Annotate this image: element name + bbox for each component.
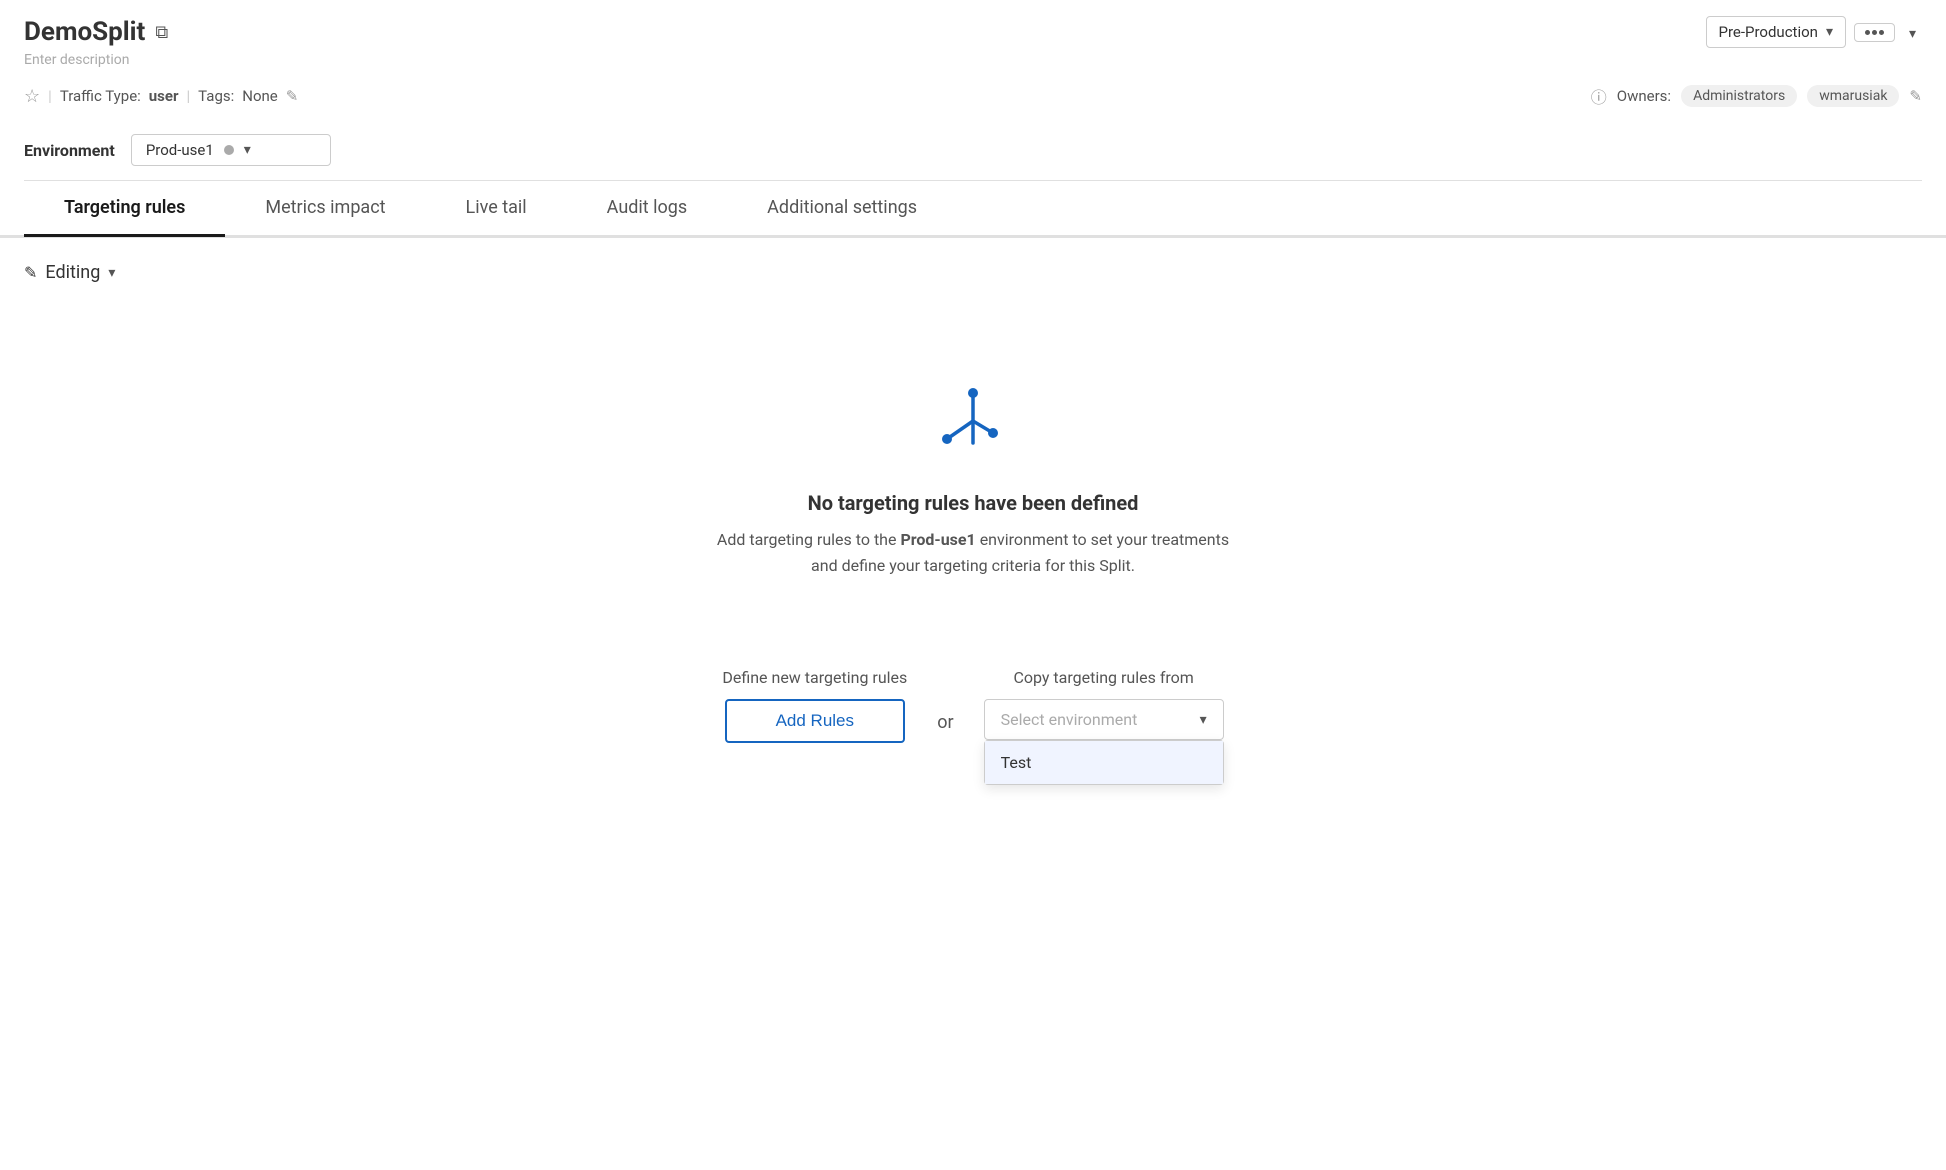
tab-metrics-impact[interactable]: Metrics impact	[225, 181, 425, 237]
or-label: or	[937, 712, 953, 733]
page-title: DemoSplit	[24, 17, 145, 47]
title-right: Pre-Production ▾ ▾	[1706, 16, 1923, 48]
editing-pencil-icon: ✎	[24, 263, 37, 282]
expand-chevron: ▾	[1909, 26, 1916, 42]
tab-audit-logs[interactable]: Audit logs	[567, 181, 728, 237]
meta-left: ☆ | Traffic Type: user | Tags: None ✎	[24, 86, 298, 107]
env-dropdown-chevron: ▾	[1826, 24, 1833, 40]
owner-badge-administrators: Administrators	[1681, 85, 1797, 107]
select-env-placeholder: Select environment	[1001, 710, 1138, 729]
owners-edit-icon[interactable]: ✎	[1909, 87, 1922, 105]
env-status-dot	[224, 145, 234, 155]
dot2	[1872, 30, 1877, 35]
empty-state: No targeting rules have been defined Add…	[24, 323, 1922, 618]
select-env-chevron: ▾	[1200, 712, 1207, 728]
environment-dropdown[interactable]: Pre-Production ▾	[1706, 16, 1846, 48]
select-environment-button[interactable]: Select environment ▾	[984, 699, 1224, 740]
dot3	[1879, 30, 1884, 35]
environment-select[interactable]: Prod-use1 ▾	[131, 134, 331, 166]
editing-label: Editing	[45, 262, 100, 283]
owners-label: Owners:	[1617, 87, 1671, 105]
env-select-chevron: ▾	[244, 142, 251, 158]
environment-label: Environment	[24, 141, 115, 160]
empty-desc-prefix: Add targeting rules to the	[717, 530, 901, 549]
title-row: DemoSplit ⧉ Pre-Production ▾ ▾	[24, 16, 1922, 48]
environment-selected-value: Prod-use1	[146, 141, 214, 159]
more-options-button[interactable]	[1854, 23, 1895, 42]
owners-help-icon: ⓘ	[1591, 84, 1607, 108]
copy-rules-group: Copy targeting rules from Select environ…	[984, 668, 1224, 740]
editing-chevron: ▾	[108, 265, 115, 281]
define-rules-label: Define new targeting rules	[722, 668, 907, 687]
dot1	[1865, 30, 1870, 35]
env-dropdown-label: Pre-Production	[1719, 23, 1818, 41]
dropdown-item-test[interactable]: Test	[985, 741, 1223, 784]
select-environment-wrapper: Select environment ▾ Test	[984, 699, 1224, 740]
tab-live-tail[interactable]: Live tail	[426, 181, 567, 237]
empty-state-title: No targeting rules have been defined	[808, 491, 1139, 515]
meta-right: ⓘ Owners: Administrators wmarusiak ✎	[1591, 84, 1922, 108]
traffic-type-value: user	[149, 87, 179, 105]
empty-desc-env: Prod-use1	[900, 530, 975, 549]
environment-row: Environment Prod-use1 ▾	[24, 120, 1922, 181]
environment-dropdown-menu: Test	[984, 740, 1224, 785]
add-rules-button[interactable]: Add Rules	[725, 699, 905, 743]
page-header: DemoSplit ⧉ Pre-Production ▾ ▾ Enter des…	[0, 0, 1946, 238]
favorite-icon[interactable]: ☆	[24, 86, 40, 107]
tags-value: None	[242, 87, 278, 105]
editing-row[interactable]: ✎ Editing ▾	[24, 262, 1922, 283]
copy-icon[interactable]: ⧉	[155, 22, 168, 43]
empty-state-description: Add targeting rules to the Prod-use1 env…	[713, 527, 1233, 578]
tags-label: Tags:	[198, 87, 234, 105]
main-content: ✎ Editing ▾ No targeting rules have been…	[0, 238, 1946, 767]
branch-icon	[933, 383, 1013, 467]
copy-rules-label: Copy targeting rules from	[1013, 668, 1193, 687]
tags-edit-icon[interactable]: ✎	[286, 87, 299, 105]
tab-targeting-rules[interactable]: Targeting rules	[24, 181, 225, 237]
tabs-navigation: Targeting rules Metrics impact Live tail…	[0, 181, 1946, 237]
actions-row: Define new targeting rules Add Rules or …	[24, 668, 1922, 743]
expand-button[interactable]: ▾	[1903, 17, 1922, 48]
meta-row: ☆ | Traffic Type: user | Tags: None ✎ ⓘ …	[24, 76, 1922, 120]
description-placeholder[interactable]: Enter description	[24, 52, 1922, 68]
define-rules-group: Define new targeting rules Add Rules	[722, 668, 907, 743]
traffic-type-label: Traffic Type:	[60, 87, 141, 105]
title-left: DemoSplit ⧉	[24, 17, 168, 47]
owner-badge-wmarusiak: wmarusiak	[1807, 85, 1899, 107]
tab-additional-settings[interactable]: Additional settings	[727, 181, 957, 237]
